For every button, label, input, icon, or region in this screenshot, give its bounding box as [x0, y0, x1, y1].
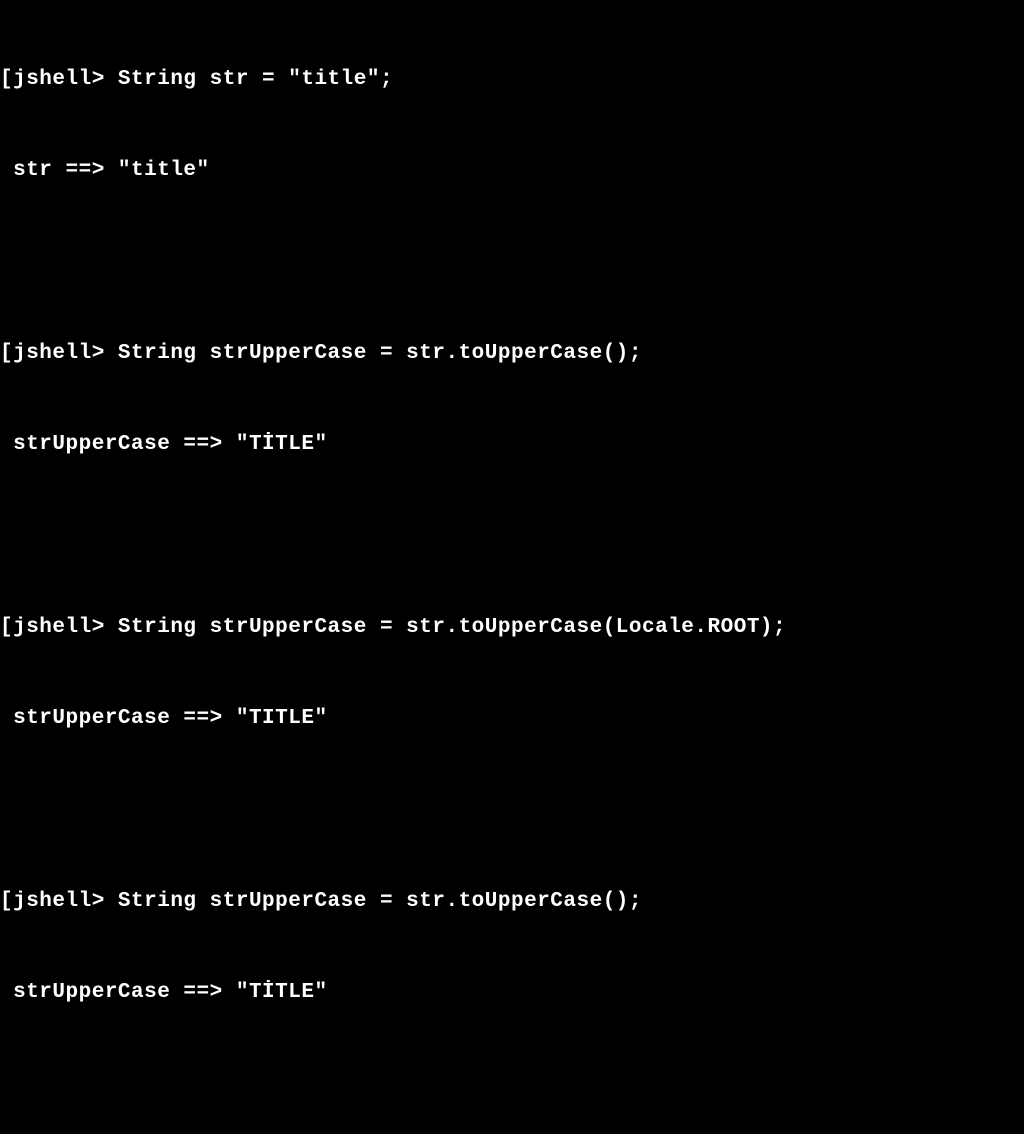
terminal-line: [jshell> String strUpperCase = str.toUpp… [0, 887, 1024, 917]
terminal[interactable]: [jshell> String str = "title"; str ==> "… [0, 4, 1024, 1134]
terminal-output: str ==> "title" [0, 156, 1024, 186]
prompt: [jshell> [0, 68, 118, 91]
command-text: String str = "title"; [118, 68, 393, 91]
blank-line [0, 521, 1024, 551]
terminal-line: [jshell> String strUpperCase = str.toUpp… [0, 613, 1024, 643]
terminal-line: [jshell> String str = "title"; [0, 65, 1024, 95]
command-text: String strUpperCase = str.toUpperCase(); [118, 890, 642, 913]
command-text: String strUpperCase = str.toUpperCase(); [118, 342, 642, 365]
terminal-line: [jshell> String strUpperCase = str.toUpp… [0, 339, 1024, 369]
terminal-output: strUpperCase ==> "TITLE" [0, 704, 1024, 734]
blank-line [0, 1069, 1024, 1099]
prompt: [jshell> [0, 890, 118, 913]
terminal-output: strUpperCase ==> "TİTLE" [0, 978, 1024, 1008]
prompt: [jshell> [0, 342, 118, 365]
command-text: String strUpperCase = str.toUpperCase(Lo… [118, 616, 786, 639]
terminal-output: strUpperCase ==> "TİTLE" [0, 430, 1024, 460]
blank-line [0, 795, 1024, 825]
blank-line [0, 248, 1024, 278]
prompt: [jshell> [0, 616, 118, 639]
